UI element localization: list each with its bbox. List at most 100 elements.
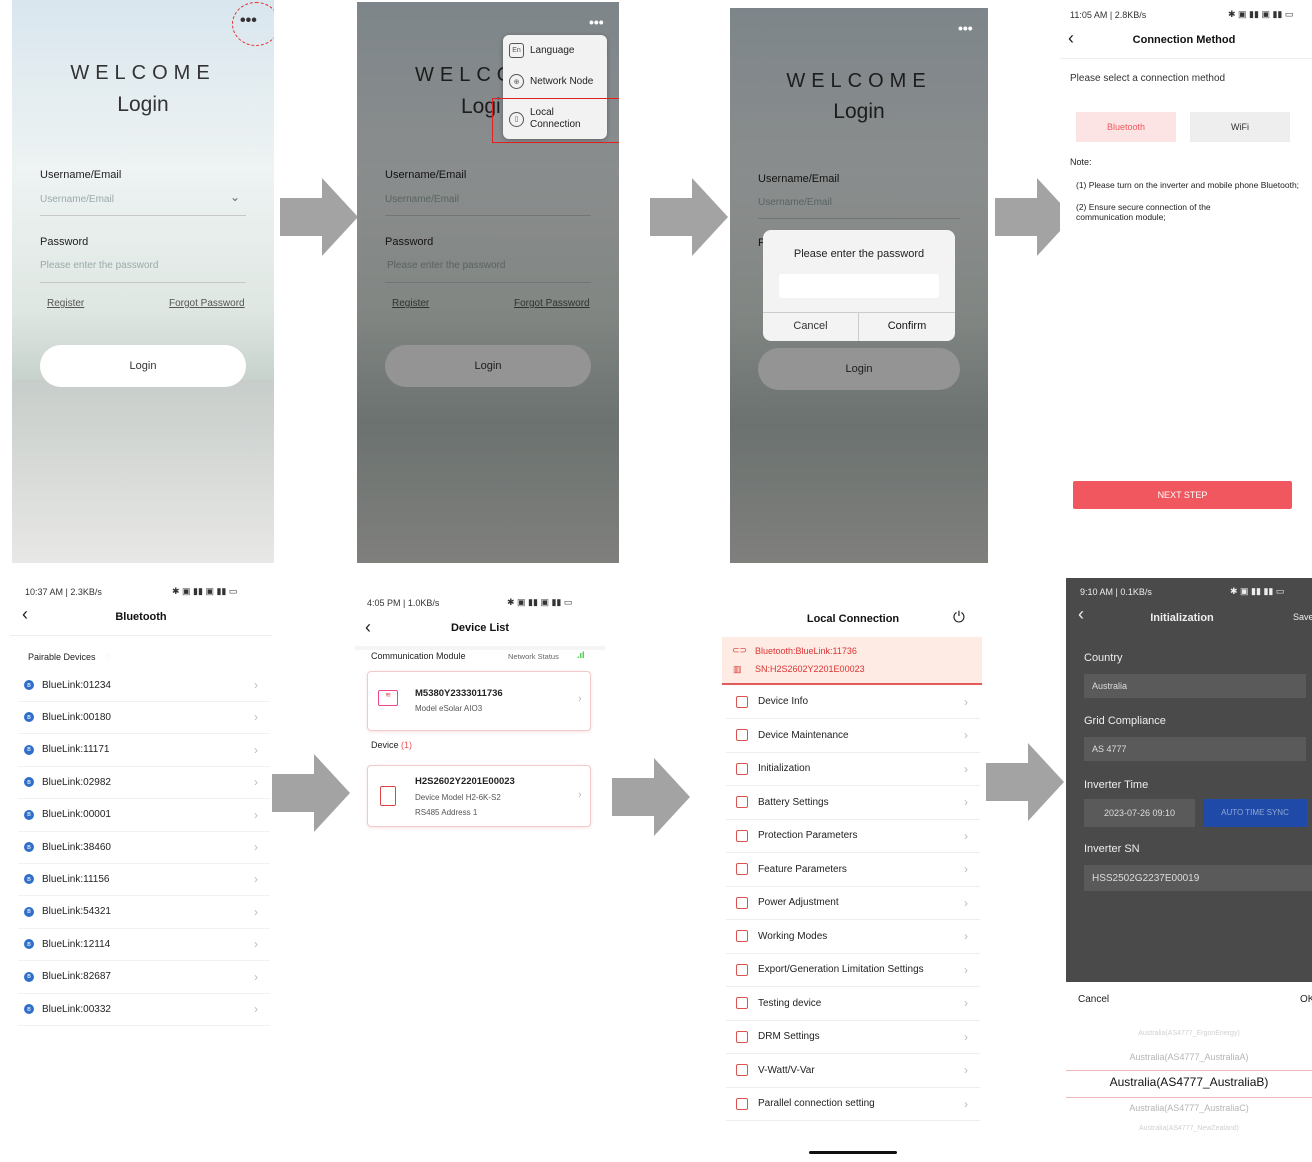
list-item[interactable]: ʙ BlueLink:00332 ›: [18, 993, 270, 1026]
menu-item[interactable]: Feature Parameters ›: [726, 853, 980, 887]
device-name: BlueLink:82687: [42, 971, 111, 983]
menu-item-icon: [736, 729, 748, 741]
status-bar-time: 9:10 AM | 0.1KB/s: [1080, 587, 1152, 597]
password-input[interactable]: Please enter the password: [40, 260, 246, 271]
language-icon: En: [509, 43, 524, 58]
login-button[interactable]: Login: [40, 345, 246, 387]
picker-option[interactable]: Australia(AS4777_NewZealand): [1066, 1125, 1312, 1132]
welcome-heading: WELCOME: [70, 62, 216, 84]
list-item[interactable]: ʙ BlueLink:11171 ›: [18, 734, 270, 767]
device-name: BlueLink:12114: [42, 938, 111, 950]
picker-option-selected[interactable]: Australia(AS4777_AustraliaB): [1066, 1075, 1312, 1089]
picker-option[interactable]: Australia(AS4777_ErgonEnergy): [1066, 1030, 1312, 1037]
menu-item-icon: [736, 1097, 748, 1110]
screen-connection-method: 11:05 AM | 2.8KB/s ✱ ▣ ▮▮ ▣ ▮▮ ▭ ‹ Conne…: [1060, 0, 1312, 563]
menu-item[interactable]: Testing device ›: [726, 987, 980, 1021]
list-item[interactable]: ʙ BlueLink:02982 ›: [18, 766, 270, 800]
menu-item-language[interactable]: En Language: [509, 43, 575, 58]
list-item[interactable]: ʙ BlueLink:00001 ›: [18, 799, 270, 832]
register-link[interactable]: Register: [47, 298, 84, 309]
menu-item-label: Testing device: [758, 997, 822, 1009]
wifi-option[interactable]: WiFi: [1190, 112, 1290, 142]
connection-info-banner: ⊂⊃ Bluetooth:BlueLink:11736 ▥ SN:H2S2602…: [722, 637, 982, 685]
tap-highlight-circle: [232, 2, 274, 46]
save-button[interactable]: Save: [1293, 612, 1312, 622]
prompt-text: Please select a connection method: [1070, 73, 1226, 84]
device-name: BlueLink:01234: [42, 679, 111, 691]
username-input[interactable]: Username/Email: [40, 194, 246, 205]
more-dots-icon[interactable]: •••: [958, 20, 973, 36]
device-sn: H2S2602Y2201E00023: [415, 776, 515, 787]
menu-item-label: Device Info: [758, 696, 809, 707]
auto-time-sync-button[interactable]: AUTO TIME SYNC: [1203, 799, 1307, 827]
menu-item-label: Power Adjustment: [758, 897, 839, 908]
note-2: (2) Ensure secure connection of the comm…: [1076, 202, 1211, 222]
module-model: Model eSolar AIO3: [415, 704, 483, 713]
dialog-cancel-button[interactable]: Cancel: [763, 320, 858, 332]
password-dialog: Please enter the password Cancel Confirm: [763, 230, 955, 341]
menu-item[interactable]: Device Info ›: [726, 685, 980, 719]
inverter-sn-label: Inverter SN: [1084, 843, 1140, 855]
menu-item[interactable]: Working Modes ›: [726, 920, 980, 954]
menu-item-icon: [736, 762, 748, 775]
menu-item-icon: [736, 863, 748, 875]
module-sn: M5380Y2333011736: [415, 688, 503, 699]
menu-item[interactable]: Power Adjustment ›: [726, 886, 980, 920]
grid-compliance-select[interactable]: AS 4777: [1084, 737, 1306, 761]
page-title: Bluetooth: [115, 611, 167, 623]
menu-item-icon: [736, 930, 748, 942]
menu-item[interactable]: Initialization ›: [726, 752, 980, 786]
more-dots-icon[interactable]: •••: [589, 14, 604, 30]
list-item[interactable]: ʙ BlueLink:11156 ›: [18, 863, 270, 897]
picker-option[interactable]: Australia(AS4777_AustraliaC): [1066, 1103, 1312, 1113]
device-name: BlueLink:38460: [42, 841, 111, 853]
list-item[interactable]: ʙ BlueLink:82687 ›: [18, 961, 270, 994]
menu-item[interactable]: Battery Settings ›: [726, 786, 980, 820]
bluetooth-icon: ʙ: [24, 1004, 34, 1014]
list-item[interactable]: ʙ BlueLink:38460 ›: [18, 831, 270, 864]
chevron-down-icon[interactable]: ⌄: [230, 190, 240, 204]
module-section-title: Communication Module: [371, 651, 466, 661]
page-title: Initialization: [1150, 612, 1214, 624]
menu-item[interactable]: Protection Parameters ›: [726, 819, 980, 853]
power-icon[interactable]: ⏻: [953, 609, 965, 626]
menu-item[interactable]: Device Maintenance ›: [726, 719, 980, 753]
picker-option[interactable]: Australia(AS4777_AustraliaA): [1066, 1052, 1312, 1062]
arrow-right-icon: [986, 743, 1064, 821]
device-name: BlueLink:54321: [42, 906, 111, 918]
picker-cancel-button[interactable]: Cancel: [1078, 994, 1109, 1005]
next-step-button[interactable]: NEXT STEP: [1073, 481, 1292, 509]
menu-item-label: Parallel connection setting: [758, 1098, 875, 1109]
bluetooth-option[interactable]: Bluetooth: [1076, 112, 1176, 142]
device-card[interactable]: H2S2602Y2201E00023 Device Model H2-6K-S2…: [367, 765, 591, 827]
picker-ok-button[interactable]: OK: [1300, 994, 1312, 1005]
menu-item-label: V-Watt/V-Var: [758, 1064, 815, 1076]
menu-item[interactable]: Parallel connection setting ›: [726, 1087, 980, 1121]
picker-divider: [1066, 1097, 1312, 1098]
forgot-password-link[interactable]: Forgot Password: [169, 298, 245, 309]
inverter-time-field[interactable]: 2023-07-26 09:10: [1084, 799, 1195, 827]
menu-item-network-node[interactable]: ⊕ Network Node: [509, 74, 593, 89]
chevron-right-icon: ›: [254, 969, 258, 984]
module-card[interactable]: ≋ M5380Y2333011736 Model eSolar AIO3 ›: [367, 671, 591, 731]
menu-item-label: Protection Parameters: [758, 830, 858, 841]
menu-item[interactable]: DRM Settings ›: [726, 1020, 980, 1054]
list-item[interactable]: ʙ BlueLink:54321 ›: [18, 896, 270, 929]
arrow-right-icon: [280, 178, 358, 256]
dialog-confirm-button[interactable]: Confirm: [859, 320, 955, 332]
dialog-password-input[interactable]: [779, 274, 939, 298]
chevron-right-icon: ›: [964, 929, 968, 943]
menu-item-icon: [736, 695, 748, 708]
menu-item[interactable]: Export/Generation Limitation Settings ›: [726, 953, 980, 987]
screen-device-list: 4:05 PM | 1.0KB/s ✱ ▣ ▮▮ ▣ ▮▮ ▭ ‹ Device…: [355, 585, 605, 845]
username-label: Username/Email: [40, 169, 122, 181]
list-item[interactable]: ʙ BlueLink:00180 ›: [18, 701, 270, 735]
menu-item[interactable]: V-Watt/V-Var ›: [726, 1054, 980, 1088]
list-item[interactable]: ʙ BlueLink:12114 ›: [18, 928, 270, 962]
barcode-icon: ▥: [733, 664, 742, 674]
country-select[interactable]: Australia: [1084, 674, 1306, 698]
grid-compliance-label: Grid Compliance: [1084, 715, 1166, 727]
list-item[interactable]: ʙ BlueLink:01234 ›: [18, 669, 270, 702]
screen-login: ••• WELCOME Login Username/Email Usernam…: [12, 0, 274, 563]
highlight-box: [492, 98, 619, 143]
